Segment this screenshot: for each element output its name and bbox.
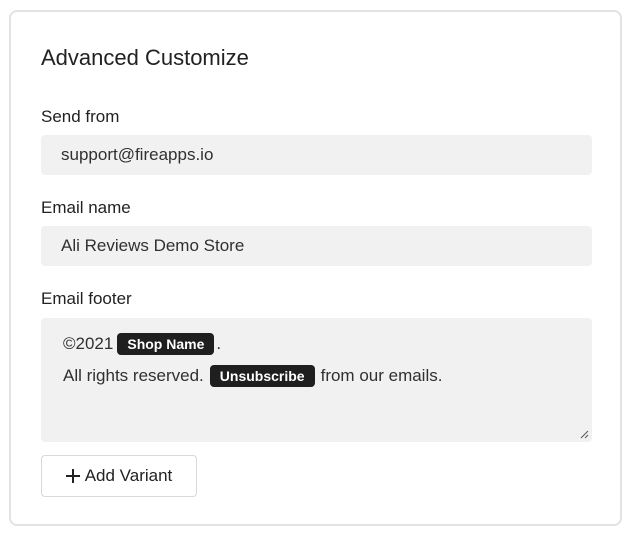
email-footer-label: Email footer: [41, 289, 132, 308]
footer-line-rights: All rights reserved. Unsubscribe from ou…: [63, 360, 570, 392]
email-footer-textarea[interactable]: ©2021 Shop Name . All rights reserved. U…: [41, 318, 592, 442]
plus-icon: [65, 469, 80, 483]
email-name-input[interactable]: Ali Reviews Demo Store: [41, 226, 592, 266]
unsubscribe-tag[interactable]: Unsubscribe: [209, 365, 315, 387]
copyright-suffix: .: [216, 334, 222, 353]
resize-grip-icon[interactable]: [579, 429, 589, 439]
footer-line-copyright: ©2021 Shop Name .: [63, 328, 570, 360]
advanced-customize-card: Advanced Customize Send from support@fir…: [9, 10, 622, 526]
add-variant-button[interactable]: Add Variant: [41, 455, 197, 497]
copyright-text: ©2021: [63, 334, 114, 353]
rights-suffix: from our emails.: [320, 366, 443, 385]
add-variant-label: Add Variant: [84, 466, 173, 485]
shop-name-tag[interactable]: Shop Name: [117, 333, 215, 355]
card-title: Advanced Customize: [41, 45, 249, 70]
email-name-label: Email name: [41, 198, 131, 217]
send-from-input[interactable]: support@fireapps.io: [41, 135, 592, 175]
send-from-label: Send from: [41, 107, 120, 126]
rights-text: All rights reserved.: [63, 366, 204, 385]
